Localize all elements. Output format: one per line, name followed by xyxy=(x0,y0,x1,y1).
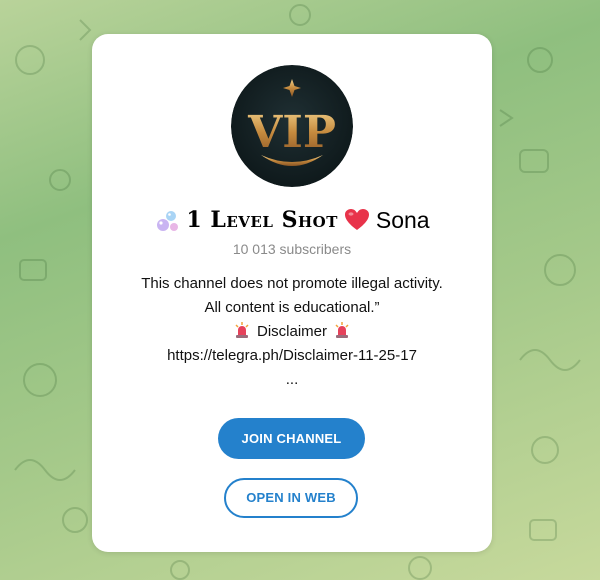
subscriber-count: 10 013 subscribers xyxy=(232,241,352,257)
description-line-1: This channel does not promote illegal ac… xyxy=(141,275,443,292)
description-line-2: All content is educational.” xyxy=(204,299,380,316)
heart-icon xyxy=(344,209,369,230)
channel-title-name: Sona xyxy=(375,206,430,233)
open-in-web-button[interactable]: OPEN IN WEB xyxy=(224,478,358,518)
channel-description: This channel does not promote illegal ac… xyxy=(92,272,492,392)
svg-text:VIP: VIP xyxy=(247,107,336,158)
join-channel-button[interactable]: JOIN CHANNEL xyxy=(218,418,365,459)
channel-title-main: 1 Level Shot xyxy=(186,207,338,233)
siren-icon xyxy=(235,322,249,338)
channel-title: 1 Level Shot Sona xyxy=(92,204,492,236)
disclaimer-line: Disclaimer xyxy=(92,320,492,344)
description-more: ... xyxy=(285,371,299,388)
siren-icon xyxy=(335,322,349,338)
vip-logo-icon: VIP xyxy=(231,65,353,187)
channel-card: VIP 1 Level Shot Sona 10 013 subscribers… xyxy=(92,34,492,552)
disclaimer-link[interactable]: https://telegra.ph/Disclaimer-11-25-17 xyxy=(92,344,492,368)
channel-avatar: VIP xyxy=(231,65,353,187)
bubbles-icon xyxy=(157,211,179,231)
disclaimer-label: Disclaimer xyxy=(256,323,327,340)
